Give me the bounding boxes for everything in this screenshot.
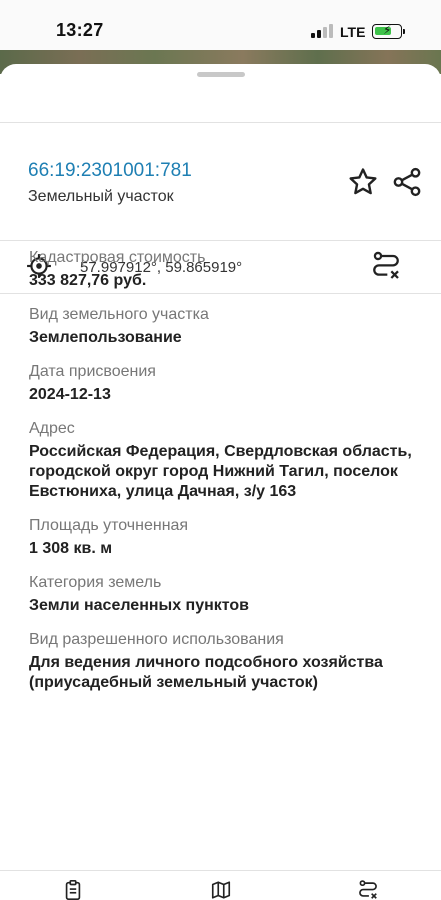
star-icon — [349, 168, 377, 195]
share-icon — [393, 167, 421, 197]
property-value[interactable]: 2024-12-13 — [29, 385, 419, 405]
object-type: Земельный участок — [28, 188, 174, 205]
share-button[interactable] — [390, 165, 424, 199]
property-land-kind: Вид земельного участка Землепользование — [29, 305, 419, 348]
property-value[interactable]: Земли населенных пунктов — [29, 596, 419, 616]
property-cadastral-value: Кадастровая стоимость 333 827,76 руб. — [29, 248, 419, 291]
property-permitted-use: Вид разрешенного использования Для веден… — [29, 630, 419, 693]
route-icon — [359, 880, 377, 899]
cadastral-number[interactable]: 66:19:2301001:781 — [28, 160, 192, 182]
status-bar: 13:27 LTE ⚡ — [0, 0, 441, 56]
property-label: Дата присвоения — [29, 363, 156, 380]
properties-list: Кадастровая стоимость 333 827,76 руб. Ви… — [29, 248, 419, 707]
property-label: Вид земельного участка — [29, 306, 209, 323]
property-assignment-date: Дата присвоения 2024-12-13 — [29, 362, 419, 405]
property-value[interactable]: Землепользование — [29, 328, 419, 348]
property-label: Вид разрешенного использования — [29, 631, 284, 648]
signal-strength-icon — [311, 24, 333, 38]
property-label: Площадь уточненная — [29, 517, 189, 534]
battery-tip — [403, 29, 405, 34]
divider — [0, 122, 441, 123]
property-value[interactable]: Российская Федерация, Свердловская облас… — [29, 442, 419, 502]
favorite-button[interactable] — [346, 165, 380, 199]
property-value[interactable]: 333 827,76 руб. — [29, 271, 419, 291]
property-label: Адрес — [29, 420, 75, 437]
map-icon — [211, 881, 231, 899]
tab-info[interactable] — [61, 879, 85, 900]
property-area: Площадь уточненная 1 308 кв. м — [29, 516, 419, 559]
property-value[interactable]: 1 308 кв. м — [29, 539, 419, 559]
bottom-tab-bar — [0, 870, 441, 900]
battery-icon: ⚡ — [372, 23, 402, 39]
sheet-drag-handle[interactable] — [197, 72, 245, 77]
property-label: Категория земель — [29, 574, 162, 591]
property-land-category: Категория земель Земли населенных пункто… — [29, 573, 419, 616]
property-label: Кадастровая стоимость — [29, 249, 206, 266]
property-address: Адрес Российская Федерация, Свердловская… — [29, 419, 419, 502]
network-type: LTE — [340, 24, 366, 40]
property-value[interactable]: Для ведения личного подсобного хозяйства… — [29, 653, 419, 693]
tab-routes[interactable] — [356, 879, 380, 900]
tab-map[interactable] — [209, 879, 233, 900]
status-time: 13:27 — [56, 20, 104, 40]
divider — [0, 240, 441, 241]
clipboard-icon — [65, 880, 81, 900]
